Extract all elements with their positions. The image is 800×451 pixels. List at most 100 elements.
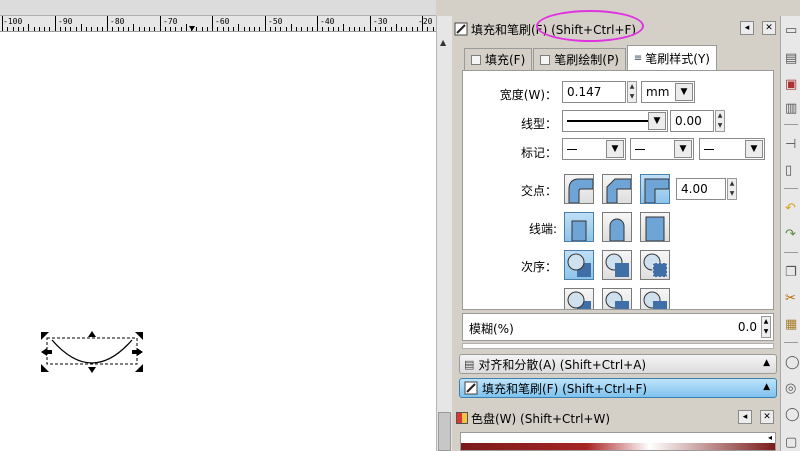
- fill-stroke-icon: [454, 22, 468, 36]
- order-markers-button[interactable]: [640, 250, 670, 280]
- blur-value[interactable]: 0.0: [738, 320, 757, 334]
- ruler-tick: [343, 24, 345, 31]
- section-align-distribute[interactable]: ▤ 对齐和分散(A) (Shift+Ctrl+A) ▲: [459, 354, 777, 374]
- copy-icon[interactable]: ❐: [785, 266, 797, 280]
- join-bevel-button[interactable]: [602, 174, 632, 204]
- section-swatches-header: 色盘(W) (Shift+Ctrl+W) ◂ ✕: [456, 407, 778, 429]
- dash-offset-spin-icon[interactable]: ▲ ▼: [715, 110, 725, 132]
- swatch-colors[interactable]: [461, 443, 775, 450]
- marker-none-preview: [635, 149, 645, 150]
- vertical-scrollbar[interactable]: ▲: [436, 16, 452, 451]
- miter-spin-icon[interactable]: ▲ ▼: [727, 178, 737, 200]
- close-icon[interactable]: ✕: [762, 21, 776, 35]
- drawing-canvas[interactable]: -100 -90 -80 -70 -60 -50 -40 -30 -20: [0, 0, 436, 451]
- undo-icon[interactable]: ↶: [785, 202, 796, 216]
- width-spin-icon[interactable]: ▲ ▼: [627, 81, 637, 103]
- chevron-up-icon[interactable]: ▲: [763, 382, 770, 392]
- blur-slider[interactable]: [462, 343, 774, 349]
- ruler-tick: [75, 27, 77, 31]
- chevron-left-icon[interactable]: ◂: [768, 433, 772, 442]
- paint-order-icon: [643, 291, 667, 309]
- chevron-down-icon[interactable]: ▼: [648, 112, 666, 130]
- order-button-row2a[interactable]: [564, 288, 594, 309]
- miter-join-icon: [644, 178, 670, 204]
- tab-stroke-paint[interactable]: 笔刷绘制(P): [533, 48, 626, 70]
- ruler-tick: [359, 27, 360, 31]
- save-icon[interactable]: ▣: [785, 78, 797, 92]
- ruler-tick: [406, 27, 408, 31]
- ruler-tick: [338, 27, 339, 31]
- order-button-row2c[interactable]: [640, 288, 670, 309]
- ruler-label: -50: [268, 17, 283, 26]
- join-miter-button[interactable]: [640, 174, 670, 204]
- selected-path[interactable]: [38, 328, 146, 376]
- cap-round-button[interactable]: [602, 212, 632, 242]
- zoom-drawing-icon[interactable]: ◎: [785, 382, 796, 396]
- panel-menu-icon[interactable]: ◂: [738, 410, 752, 424]
- open-folder-icon[interactable]: ▤: [785, 52, 797, 66]
- ruler-tick: [70, 27, 72, 31]
- cap-label: 线端:: [528, 222, 557, 236]
- join-round-button[interactable]: [564, 174, 594, 204]
- cap-butt-button[interactable]: [564, 212, 594, 242]
- scroll-up-icon[interactable]: ▲: [440, 38, 446, 47]
- zoom-selection-icon[interactable]: ◯: [785, 356, 800, 370]
- order-button-row2b[interactable]: [602, 288, 632, 309]
- chevron-up-icon[interactable]: ▲: [763, 358, 770, 368]
- handle-w-bar: [46, 350, 52, 354]
- ruler-tick: [269, 27, 271, 31]
- chevron-down-icon[interactable]: ▼: [674, 140, 692, 158]
- ruler-tick: [212, 16, 213, 31]
- ruler-tick: [38, 27, 40, 31]
- section-align-label: 对齐和分散(A) (Shift+Ctrl+A): [478, 357, 647, 372]
- panel-menu-icon[interactable]: ◂: [740, 21, 754, 35]
- end-marker-select[interactable]: ▼: [699, 138, 765, 160]
- print-icon[interactable]: ▥: [785, 102, 797, 116]
- dash-select[interactable]: ▼: [562, 110, 668, 132]
- close-icon[interactable]: ✕: [760, 410, 774, 424]
- round-join-icon: [568, 178, 594, 204]
- new-document-icon[interactable]: ▭: [785, 24, 797, 38]
- ruler-tick: [432, 27, 434, 31]
- mid-marker-select[interactable]: ▼: [630, 138, 694, 160]
- cap-square-button[interactable]: [640, 212, 670, 242]
- zoom-page-icon[interactable]: ◯: [785, 408, 800, 422]
- ruler-tick: [86, 27, 87, 31]
- tab-stroke-paint-label: 笔刷绘制(P): [554, 53, 619, 67]
- order-stroke-fill-button[interactable]: [602, 250, 632, 280]
- curve-path[interactable]: [51, 339, 133, 364]
- ruler-label: -40: [320, 17, 335, 26]
- unit-select[interactable]: mm ▼: [641, 81, 695, 103]
- ruler-tick: [7, 27, 9, 31]
- scroll-thumb[interactable]: [438, 412, 451, 451]
- cut-icon[interactable]: ✂: [785, 292, 796, 306]
- ruler-tick: [364, 27, 366, 31]
- swatch-palette[interactable]: ◂: [460, 432, 776, 451]
- paste-icon[interactable]: ▦: [785, 318, 797, 332]
- chevron-down-icon[interactable]: ▼: [675, 83, 693, 101]
- ruler-tick: [222, 27, 224, 31]
- ruler-tick: [332, 27, 334, 31]
- tab-fill[interactable]: 填充(F): [464, 48, 533, 70]
- width-input[interactable]: 0.147: [562, 81, 626, 103]
- ruler-label: -90: [58, 17, 73, 26]
- zoom-width-icon[interactable]: ▢: [785, 436, 797, 450]
- redo-icon[interactable]: ↷: [785, 228, 796, 242]
- dash-offset-input[interactable]: 0.00: [670, 110, 714, 132]
- selection-bbox: [46, 337, 138, 365]
- order-normal-button[interactable]: [564, 250, 594, 280]
- ruler-tick: [317, 16, 318, 31]
- section-fill-stroke[interactable]: 填充和笔刷(F) (Shift+Ctrl+F) ▲: [459, 378, 777, 398]
- ruler-tick: [117, 27, 119, 31]
- ruler-tick: [44, 27, 45, 31]
- export-icon[interactable]: ▯: [785, 164, 792, 178]
- import-icon[interactable]: ⊣: [785, 138, 796, 152]
- tab-stroke-style[interactable]: ≡ 笔刷样式(Y): [626, 45, 717, 71]
- ruler-tick: [28, 24, 30, 31]
- chevron-down-icon[interactable]: ▼: [745, 140, 763, 158]
- miter-limit-input[interactable]: 4.00: [676, 178, 726, 200]
- start-marker-select[interactable]: ▼: [562, 138, 626, 160]
- scale-handles[interactable]: [41, 331, 143, 373]
- blur-spin-icon[interactable]: ▲ ▼: [761, 316, 771, 338]
- chevron-down-icon[interactable]: ▼: [606, 140, 624, 158]
